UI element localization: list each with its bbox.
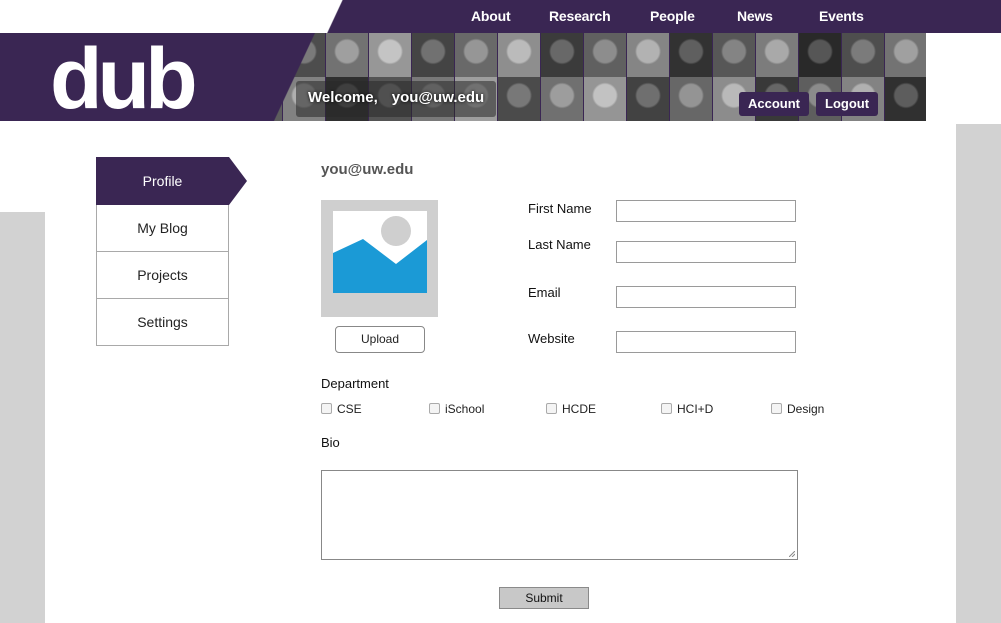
- department-option-label: HCDE: [562, 402, 597, 416]
- bio-label: Bio: [321, 435, 340, 450]
- department-option-ischool[interactable]: iSchool: [429, 402, 484, 416]
- department-option-hcde[interactable]: HCDE: [546, 402, 596, 416]
- person-photo: [799, 33, 841, 77]
- checkbox-icon[interactable]: [661, 403, 672, 414]
- person-photo: [670, 33, 712, 77]
- sidebar-item-profile[interactable]: Profile: [96, 157, 247, 205]
- account-button[interactable]: Account: [739, 92, 809, 116]
- department-option-label: Design: [787, 402, 825, 416]
- person-photo: [842, 33, 884, 77]
- person-photo: [541, 77, 583, 121]
- profile-sidebar: Profile My Blog Projects Settings: [96, 157, 247, 346]
- person-photo: [584, 33, 626, 77]
- dub-logo[interactable]: dub: [50, 38, 200, 118]
- nav-people[interactable]: People: [650, 8, 695, 24]
- logo-text: dub: [50, 38, 194, 118]
- person-photo: [670, 77, 712, 121]
- resize-grip-icon[interactable]: [789, 551, 795, 557]
- person-photo: [369, 33, 411, 77]
- person-photo: [713, 33, 755, 77]
- left-gutter: [0, 212, 45, 623]
- person-photo: [627, 77, 669, 121]
- welcome-banner: Welcome, you@uw.edu: [296, 81, 497, 117]
- person-photo: [412, 33, 454, 77]
- person-photo: [885, 77, 926, 121]
- sidebar-item-my-blog[interactable]: My Blog: [96, 205, 229, 252]
- submit-button[interactable]: Submit: [499, 587, 589, 609]
- last-name-label: Last Name: [528, 237, 591, 252]
- image-placeholder-icon: [333, 211, 427, 293]
- person-photo: [885, 33, 926, 77]
- checkbox-icon[interactable]: [321, 403, 332, 414]
- person-photo: [455, 33, 497, 77]
- department-option-cse[interactable]: CSE: [321, 402, 362, 416]
- person-photo: [541, 33, 583, 77]
- sidebar-item-projects[interactable]: Projects: [96, 252, 229, 299]
- first-name-label: First Name: [528, 201, 592, 216]
- avatar: [321, 200, 438, 317]
- first-name-field[interactable]: [616, 200, 796, 222]
- nav-news[interactable]: News: [737, 8, 773, 24]
- department-option-hci-d[interactable]: HCI+D: [661, 402, 713, 416]
- sidebar-item-settings[interactable]: Settings: [96, 299, 229, 346]
- person-photo: [584, 77, 626, 121]
- website-label: Website: [528, 331, 575, 346]
- last-name-field[interactable]: [616, 241, 796, 263]
- checkbox-icon[interactable]: [771, 403, 782, 414]
- person-photo: [498, 33, 540, 77]
- right-gutter: [956, 124, 1001, 623]
- email-label: Email: [528, 285, 561, 300]
- nav-about[interactable]: About: [471, 8, 511, 24]
- page-title: you@uw.edu: [321, 161, 414, 178]
- department-option-design[interactable]: Design: [771, 402, 824, 416]
- department-option-label: iSchool: [445, 402, 485, 416]
- logout-button[interactable]: Logout: [816, 92, 879, 116]
- website-field[interactable]: [616, 331, 796, 353]
- nav-events[interactable]: Events: [819, 8, 864, 24]
- upload-button[interactable]: Upload: [335, 326, 425, 353]
- checkbox-icon[interactable]: [546, 403, 557, 414]
- bio-textarea[interactable]: [321, 470, 798, 560]
- person-photo: [498, 77, 540, 121]
- person-photo: [627, 33, 669, 77]
- checkbox-icon[interactable]: [429, 403, 440, 414]
- department-label: Department: [321, 376, 389, 391]
- person-photo: [326, 33, 368, 77]
- person-photo: [756, 33, 798, 77]
- department-option-label: HCI+D: [677, 402, 714, 416]
- department-option-label: CSE: [337, 402, 362, 416]
- welcome-label: Welcome,: [308, 89, 378, 106]
- email-field[interactable]: [616, 286, 796, 308]
- header-banner: dub Welcome, you@uw.edu Account Logout: [0, 33, 926, 121]
- top-nav: About Research People News Events: [0, 0, 1001, 33]
- nav-research[interactable]: Research: [549, 8, 611, 24]
- welcome-user-email: you@uw.edu: [391, 89, 485, 106]
